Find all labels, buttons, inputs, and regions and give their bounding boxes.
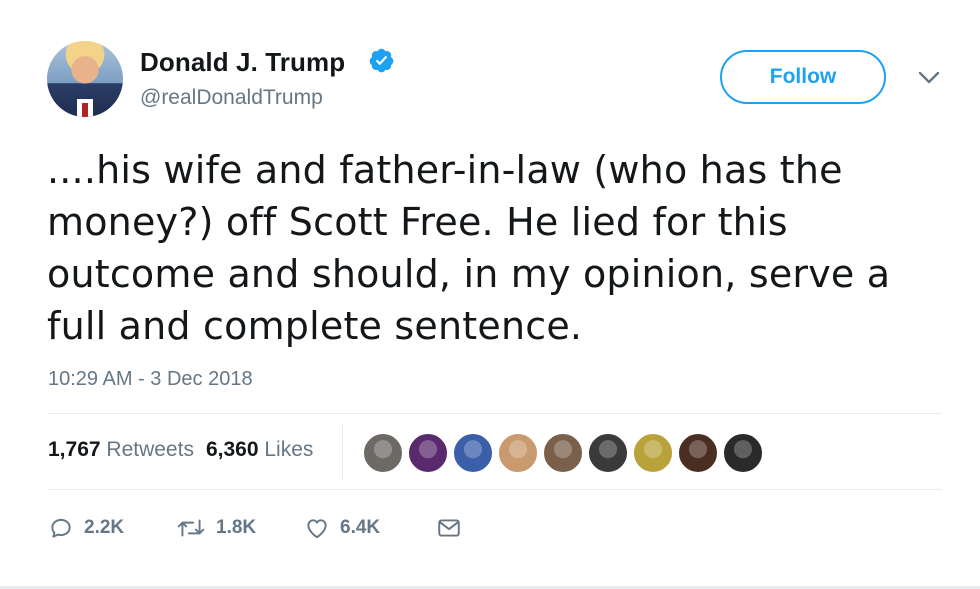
likes-count: 6,360 [205,438,259,461]
liker-avatar[interactable] [452,432,494,474]
divider [47,489,942,490]
liker-avatar[interactable] [722,432,764,474]
reply-icon [51,518,71,538]
chevron-down-icon[interactable] [917,68,941,88]
reply-count: 2.2K [84,517,125,538]
author-handle[interactable]: @realDonaldTrump [140,86,323,110]
liker-avatar[interactable] [587,432,629,474]
follow-button[interactable]: Follow [720,50,886,104]
engagement-stats: 1,767 Retweets 6,360 Likes [48,438,313,462]
retweet-count: 1.8K [216,517,257,538]
retweet-icon [177,519,205,537]
liker-avatar[interactable] [362,432,404,474]
liker-avatar[interactable] [542,432,584,474]
verified-badge-icon [369,48,394,73]
liker-avatar[interactable] [632,432,674,474]
reply-button[interactable]: 2.2K [48,515,124,541]
liker-avatar[interactable] [497,432,539,474]
divider [47,413,942,414]
tweet-timestamp[interactable]: 10:29 AM - 3 Dec 2018 [48,368,253,391]
like-count: 6.4K [340,517,381,538]
envelope-icon [438,519,460,537]
liker-avatar[interactable] [677,432,719,474]
heart-icon [307,519,327,539]
retweets-stat[interactable]: 1,767 Retweets [48,438,194,461]
liker-avatar[interactable] [407,432,449,474]
retweet-button[interactable]: 1.8K [176,515,256,541]
retweets-label: Retweets [106,438,194,461]
like-button[interactable]: 6.4K [304,515,380,541]
author-avatar[interactable] [47,41,123,117]
likes-label: Likes [264,438,314,461]
retweets-count: 1,767 [48,438,101,461]
stats-separator [342,424,343,480]
direct-message-button[interactable] [436,515,462,541]
avatar-tie [82,103,88,117]
author-name[interactable]: Donald J. Trump [140,47,345,78]
tweet-text: ....his wife and father-in-law (who has … [47,148,891,348]
likes-stat[interactable]: 6,360 Likes [206,438,313,461]
